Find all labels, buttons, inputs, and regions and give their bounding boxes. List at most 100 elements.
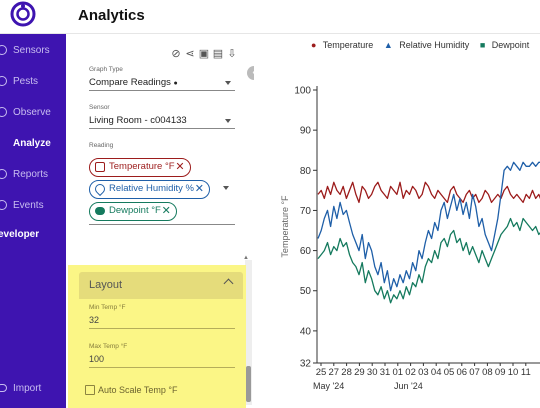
legend-label: Temperature — [322, 40, 374, 50]
x-tick-label: 30 — [367, 367, 378, 378]
graph-type-value[interactable]: Compare Readings ● — [89, 77, 235, 91]
droplet-icon — [92, 181, 108, 197]
min-temp-label: Min Temp °F — [89, 304, 126, 311]
nav-item-label: Events — [13, 200, 44, 211]
nav-item-analyze[interactable]: Analyze — [0, 135, 66, 153]
y-tick-label: 90 — [300, 126, 312, 137]
legend-item-temperature[interactable]: ● Temperature — [311, 40, 377, 50]
nav-item-sensors[interactable]: Sensors — [0, 42, 66, 60]
top-bar: Analytics — [0, 0, 540, 34]
close-icon[interactable]: ✕ — [162, 203, 171, 219]
save-icon[interactable]: ▣ — [198, 47, 210, 61]
chip-label: Relative Humidity % — [109, 183, 194, 194]
chip-temperature[interactable]: Temperature °F ✕ — [89, 158, 191, 177]
min-temp-input[interactable]: 32 — [89, 315, 235, 329]
panel-scrollbar[interactable] — [245, 260, 252, 405]
chart-toolbar: ⊘ ⋖ ▣ ▤ ⇩ — [170, 44, 240, 60]
x-tick-label: 03 — [418, 367, 429, 378]
y-tick-label: 40 — [300, 326, 312, 337]
chip-humidity[interactable]: Relative Humidity % ✕ — [89, 180, 210, 199]
csv-icon[interactable]: ▤ — [212, 47, 224, 61]
nav-item-label: Reports — [13, 169, 49, 180]
graph-type-label: Graph Type — [89, 66, 123, 73]
nav-item-pests[interactable]: Pests — [0, 73, 66, 91]
scrollbar-thumb[interactable] — [246, 366, 251, 402]
chip-label: Temperature °F — [109, 161, 175, 172]
max-temp-label: Max Temp °F — [89, 343, 128, 350]
chip-dewpoint[interactable]: Dewpoint °F ✕ — [89, 202, 177, 221]
legend-item-humidity[interactable]: ▲ Relative Humidity — [384, 40, 473, 50]
sidebar-nav: Sensors Pests Observe Analyze Reports Ev… — [0, 34, 66, 408]
cloud-icon — [95, 207, 105, 215]
nav-item-developer[interactable]: eveloper — [0, 226, 66, 244]
x-tick-label: 08 — [482, 367, 493, 378]
auto-scale-label: Auto Scale Temp °F — [98, 385, 178, 395]
nav-item-label: Import — [13, 383, 42, 394]
sensor-value[interactable]: Living Room - c004133 — [89, 115, 235, 129]
nav-item-label: Observe — [13, 107, 51, 118]
nav-item-label: Sensors — [13, 45, 50, 56]
x-tick-label: 25 — [316, 367, 327, 378]
auto-scale-checkbox[interactable] — [85, 385, 95, 395]
x-tick-label: 27 — [329, 367, 340, 378]
y-tick-label: 70 — [300, 206, 312, 217]
events-icon — [0, 200, 7, 210]
reading-label: Reading — [89, 142, 114, 149]
reading-label-wrap: Reading — [89, 142, 235, 149]
nav-item-events[interactable]: Events — [0, 197, 66, 215]
y-tick-label: 60 — [300, 246, 312, 257]
line-chart[interactable]: 32 40 50 60 70 80 90 100 Temperature °F 25 27 28 29 3… — [254, 34, 540, 408]
graph-type-select[interactable]: Graph Type Compare Readings ● — [89, 66, 235, 91]
y-tick-label: 50 — [300, 286, 312, 297]
chart-legend: ● Temperature ▲ Relative Humidity ■ Dewp… — [311, 40, 537, 50]
nav-item-label: Pests — [13, 76, 39, 87]
export-icon[interactable]: ⇩ — [226, 47, 238, 61]
close-icon[interactable]: ✕ — [195, 181, 204, 197]
reading-dropdown-chevron-icon[interactable] — [223, 186, 229, 190]
legend-label: Dewpoint — [491, 40, 530, 50]
y-tick-label: 32 — [300, 359, 312, 370]
x-tick-label: 29 — [354, 367, 365, 378]
y-tick-label: 80 — [300, 166, 312, 177]
nav-item-reports[interactable]: Reports — [0, 166, 66, 184]
sensor-select[interactable]: Sensor Living Room - c004133 — [89, 104, 235, 129]
thermometer-icon — [95, 162, 105, 172]
cloud-upload-icon — [0, 384, 7, 392]
y-tick-label: 100 — [294, 86, 311, 97]
min-temp-field[interactable]: Min Temp °F 32 — [89, 304, 235, 329]
x-tick-label: 04 — [431, 367, 442, 378]
nav-item-label: Analyze — [13, 138, 51, 149]
x-tick-label: 09 — [495, 367, 506, 378]
month-label: May '24 — [313, 381, 344, 391]
circle-marker-icon: ● — [311, 40, 317, 50]
max-temp-input[interactable]: 100 — [89, 354, 235, 368]
page-title: Analytics — [78, 7, 145, 24]
sensor-icon — [0, 45, 7, 55]
x-tick-label: 07 — [469, 367, 480, 378]
share-icon[interactable]: ⋖ — [184, 47, 196, 61]
collapse-panel-button[interactable]: ‹ — [247, 66, 254, 80]
info-icon[interactable]: ● — [174, 80, 178, 87]
close-icon[interactable]: ✕ — [175, 159, 184, 175]
nav-item-import[interactable]: Import — [0, 383, 66, 397]
x-tick-label: 01 — [393, 367, 404, 378]
chevron-up-icon — [223, 278, 234, 289]
series-line-temperature — [317, 181, 540, 204]
layout-title: Layout — [89, 279, 123, 291]
nav-item-observe[interactable]: Observe — [0, 104, 66, 122]
y-axis-label: Temperature °F — [280, 195, 290, 258]
x-tick-label: 28 — [341, 367, 352, 378]
legend-item-dewpoint[interactable]: ■ Dewpoint — [480, 40, 533, 50]
layout-section-header[interactable]: Layout — [79, 272, 243, 299]
chart-area: ● Temperature ▲ Relative Humidity ■ Dewp… — [254, 34, 540, 408]
sensor-label: Sensor — [89, 104, 110, 111]
report-icon — [0, 169, 7, 179]
app-root: Analytics Sensors Pests Observe Analyze … — [0, 0, 540, 408]
logo-icon — [10, 1, 36, 27]
triangle-marker-icon: ▲ — [383, 40, 393, 50]
month-label: Jun '24 — [394, 381, 423, 391]
x-tick-label: 11 — [521, 367, 531, 378]
max-temp-field[interactable]: Max Temp °F 100 — [89, 343, 235, 368]
hide-icon[interactable]: ⊘ — [170, 47, 182, 61]
x-tick-label: 02 — [405, 367, 416, 378]
